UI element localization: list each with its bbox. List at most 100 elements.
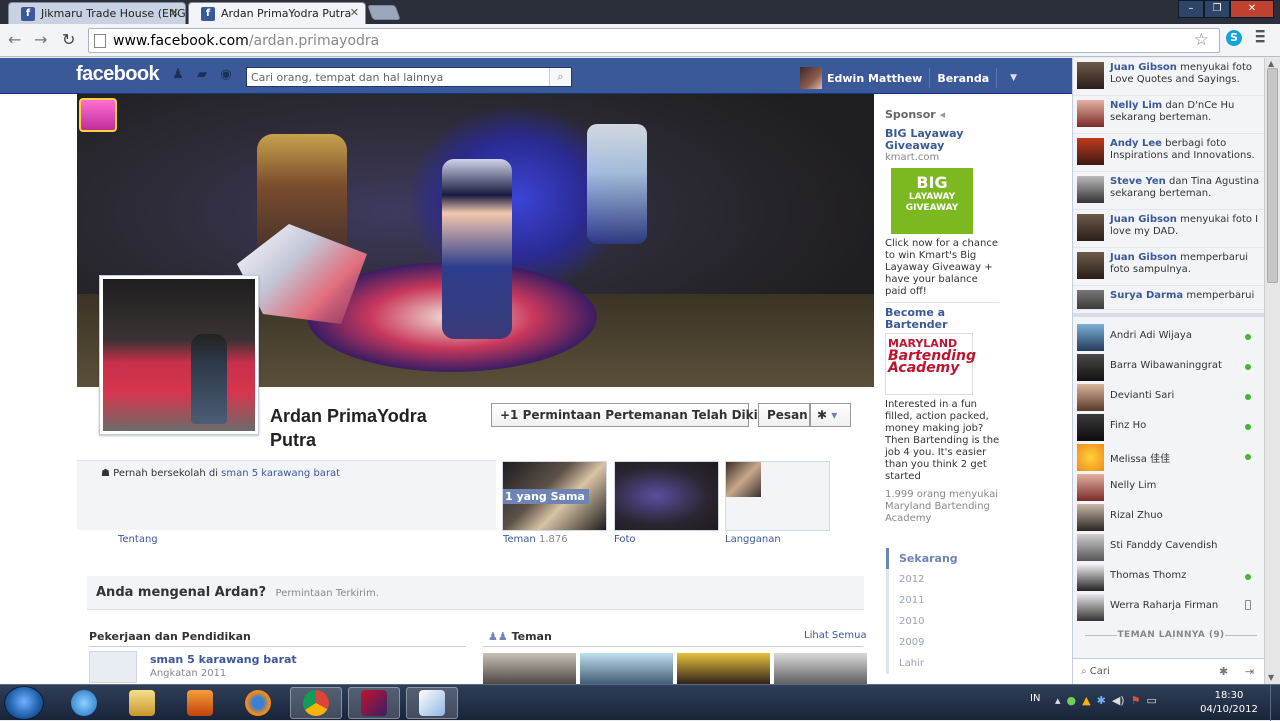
friend-photo[interactable] <box>483 653 576 684</box>
scroll-up-icon[interactable]: ▲ <box>1268 59 1274 68</box>
taskbar-media-player[interactable] <box>174 687 226 719</box>
close-tab-icon[interactable]: ✕ <box>350 6 359 19</box>
reload-icon[interactable]: ↻ <box>62 30 75 49</box>
account-menu-caret-icon[interactable]: ▼ <box>1010 73 1017 83</box>
search-icon[interactable]: ⌕ <box>549 68 571 86</box>
tab-friends[interactable]: Teman 1.876 <box>503 534 568 545</box>
chat-search-input[interactable]: ⌕ Cari ✱ ⇥ <box>1073 658 1265 684</box>
ad-kmart[interactable]: BIG Layaway Giveaway kmart.com BIG LAYAWA… <box>885 128 1000 298</box>
school-name-link[interactable]: sman 5 karawang barat <box>150 653 297 666</box>
maximize-button[interactable]: ❐ <box>1204 0 1230 18</box>
update-tray-icon[interactable]: ▲ <box>1082 694 1090 707</box>
taskbar-game[interactable] <box>348 687 400 719</box>
ticker-item[interactable]: Juan Gibson menyukai foto I love my DAD. <box>1073 210 1265 248</box>
ad-title[interactable]: Become a Bartender <box>885 307 1000 331</box>
friend-requests-icon[interactable]: ♟ <box>170 68 186 82</box>
chat-contact[interactable]: Andri Adi Wijaya <box>1073 322 1265 352</box>
bluetooth-tray-icon[interactable]: ✱ <box>1097 694 1106 707</box>
show-desktop-button[interactable] <box>1270 685 1280 721</box>
friend-request-sent-button[interactable]: +1 Permintaan Pertemanan Telah Dikirim <box>491 403 780 427</box>
notifications-icon[interactable]: ◉ <box>218 68 234 82</box>
timeline-item-2011[interactable]: 2011 <box>886 590 970 611</box>
subscriptions-thumbnail[interactable] <box>725 461 830 531</box>
ticker-item[interactable]: Nelly Lim dan D'nCe Hu sekarang berteman… <box>1073 96 1265 134</box>
ad-image[interactable]: MARYLAND Bartending Academy <box>885 333 976 395</box>
browser-tab[interactable]: f Jikmaru Trade House (ENG ✕ <box>8 2 186 24</box>
timeline-item-now[interactable]: Sekarang <box>886 548 970 569</box>
volume-tray-icon[interactable]: ◀) <box>1112 694 1125 707</box>
chat-contact[interactable]: Barra Wibawaninggrat <box>1073 352 1265 382</box>
show-hidden-icons-icon[interactable]: ▴ <box>1055 694 1061 707</box>
popout-icon[interactable]: ⇥ <box>1245 665 1254 678</box>
timeline-item-born[interactable]: Lahir <box>886 653 970 674</box>
input-language[interactable]: IN <box>1030 693 1040 704</box>
taskbar-paint[interactable] <box>406 687 458 719</box>
skype-extension-icon[interactable]: S <box>1226 30 1242 46</box>
timeline-item-2010[interactable]: 2010 <box>886 611 970 632</box>
scroll-down-icon[interactable]: ▼ <box>1268 673 1274 682</box>
friends-thumbnail[interactable]: 1 yang Sama <box>502 461 607 531</box>
system-clock[interactable]: 18:30 04/10/2012 <box>1196 689 1262 717</box>
photos-thumbnail[interactable] <box>614 461 719 531</box>
action-center-icon[interactable]: ⚑ <box>1131 694 1141 707</box>
taskbar-chrome[interactable] <box>290 687 342 719</box>
ticker-item[interactable]: Steve Yen dan Tina Agustina sekarang ber… <box>1073 172 1265 210</box>
start-button[interactable] <box>4 686 44 720</box>
forward-icon[interactable]: → <box>34 30 47 49</box>
profile-picture[interactable] <box>99 275 259 435</box>
tab-subscriptions[interactable]: Langganan <box>725 534 781 545</box>
settings-dropdown-button[interactable]: ✱ ▾ <box>810 403 851 427</box>
timeline-item-2012[interactable]: 2012 <box>886 569 970 590</box>
ticker-item[interactable]: Juan Gibson menyukai foto Love Quotes an… <box>1073 58 1265 96</box>
taskbar-explorer[interactable] <box>116 687 168 719</box>
close-tab-icon[interactable]: ✕ <box>170 6 179 19</box>
taskbar-ie[interactable] <box>58 687 110 719</box>
message-button[interactable]: Pesan <box>758 403 810 427</box>
ad-title[interactable]: BIG Layaway Giveaway <box>885 128 1000 152</box>
chat-contact[interactable]: Melissa 佳佳 <box>1073 442 1265 472</box>
tab-friends-label[interactable]: Teman <box>503 534 536 545</box>
messages-icon[interactable]: ▰ <box>194 68 210 82</box>
tab-about[interactable]: Tentang <box>118 534 158 545</box>
school-link[interactable]: sman 5 karawang barat <box>221 468 340 479</box>
menu-icon[interactable]: ━ ━ ━ <box>1256 25 1270 49</box>
chat-contact[interactable]: Rizal Zhuo <box>1073 502 1265 532</box>
taskbar-firefox[interactable] <box>232 687 284 719</box>
chat-contact[interactable]: Nelly Lim <box>1073 472 1265 502</box>
scrollbar-thumb[interactable] <box>1267 68 1278 283</box>
ticker-resize-handle[interactable] <box>1073 313 1265 317</box>
ad-image[interactable]: BIG LAYAWAY GIVEAWAY <box>891 168 973 234</box>
minimize-button[interactable]: – <box>1178 0 1204 18</box>
chat-contact[interactable]: Thomas Thomz <box>1073 562 1265 592</box>
chat-contact[interactable]: Finz Ho <box>1073 412 1265 442</box>
close-window-button[interactable]: ✕ <box>1230 0 1274 18</box>
page-scrollbar[interactable]: ▲ ▼ <box>1264 58 1280 684</box>
bookmark-star-icon[interactable]: ☆ <box>1194 30 1209 50</box>
address-bar[interactable]: www.facebook.com/ardan.primayodra ☆ <box>88 28 1220 53</box>
browser-tab-active[interactable]: f Ardan PrimaYodra Putra ✕ <box>188 2 366 24</box>
user-name-link[interactable]: Edwin Matthew <box>827 72 922 85</box>
friend-photo[interactable] <box>580 653 673 684</box>
user-avatar[interactable] <box>800 67 822 89</box>
mutual-friends-badge[interactable]: 1 yang Sama <box>503 489 589 504</box>
friend-photo[interactable] <box>774 653 867 684</box>
home-link[interactable]: Beranda <box>937 72 989 85</box>
chat-contact[interactable]: Werra Raharja Firman <box>1073 592 1265 622</box>
ticker-item[interactable]: Surya Darma memperbarui <box>1073 286 1265 310</box>
facebook-search-input[interactable]: Cari orang, tempat dan hal lainnya ⌕ <box>246 67 572 87</box>
timeline-item-2009[interactable]: 2009 <box>886 632 970 653</box>
ad-bartender[interactable]: Become a Bartender MARYLAND Bartending Ac… <box>885 307 1000 525</box>
display-tray-icon[interactable]: ▭ <box>1146 694 1156 707</box>
tab-photos[interactable]: Foto <box>614 534 636 545</box>
network-tray-icon[interactable]: ● <box>1067 694 1077 707</box>
back-icon[interactable]: ← <box>8 30 21 49</box>
more-friends-label[interactable]: TEMAN LAINNYA (9) <box>1085 630 1257 640</box>
chat-options-gear-icon[interactable]: ✱ <box>1219 665 1228 678</box>
facebook-logo[interactable]: facebook <box>76 63 160 86</box>
new-tab-button[interactable] <box>367 5 401 20</box>
friend-photo[interactable] <box>677 653 770 684</box>
ticker-item[interactable]: Juan Gibson memperbarui foto sampulnya. <box>1073 248 1265 286</box>
chat-contact[interactable]: Devianti Sari <box>1073 382 1265 412</box>
see-all-link[interactable]: Lihat Semua <box>804 630 867 641</box>
chat-contact[interactable]: Sti Fanddy Cavendish <box>1073 532 1265 562</box>
